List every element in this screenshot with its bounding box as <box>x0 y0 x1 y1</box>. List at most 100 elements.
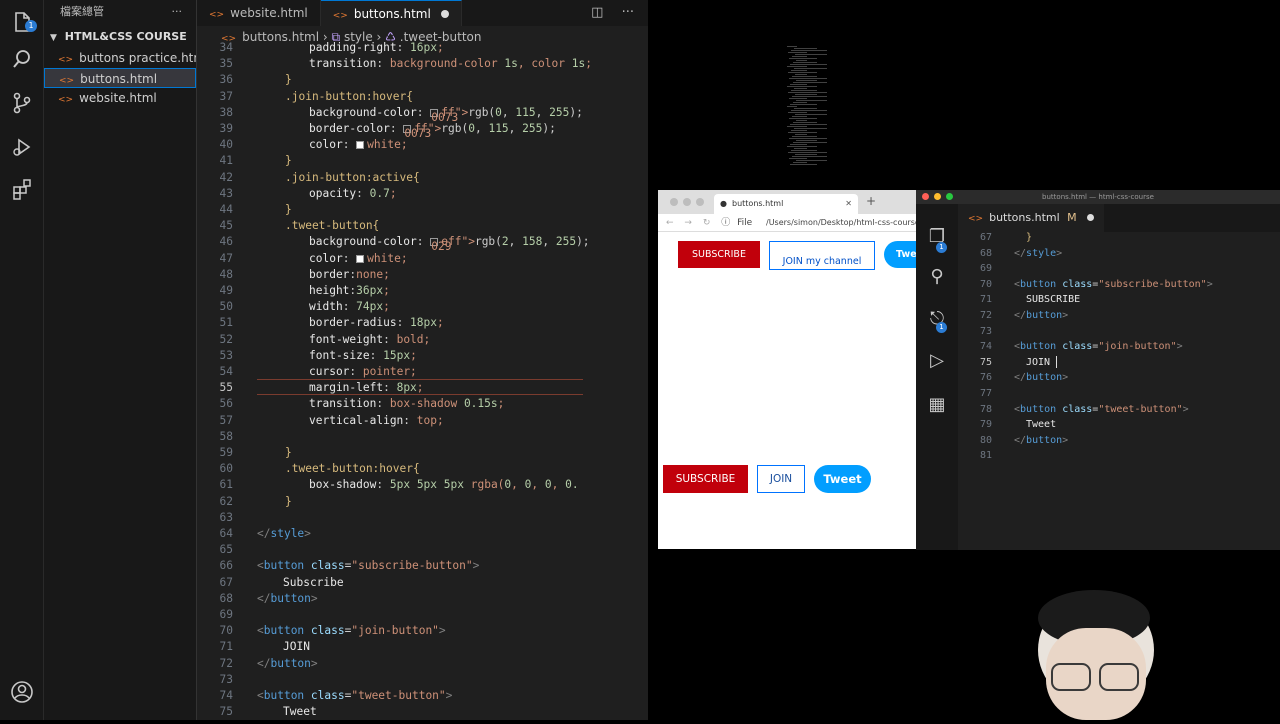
code-line[interactable]: border-color: 0073ff">rgb(0, 115, 255); <box>257 121 556 140</box>
code-line[interactable]: border-radius: 18px; <box>257 315 444 331</box>
code-line[interactable]: cursor: pointer; <box>257 364 417 380</box>
minimap-line <box>796 80 817 81</box>
code-line[interactable]: Subscribe <box>257 575 344 591</box>
code-line[interactable]: JOIN <box>1014 355 1058 371</box>
search-icon[interactable]: ⚲ <box>925 266 949 287</box>
window-close-icon[interactable] <box>670 198 678 206</box>
code-line[interactable]: color: white; <box>257 251 408 267</box>
file-item[interactable]: <> buttons practice.html <box>44 48 196 68</box>
code-line[interactable]: } <box>1014 230 1032 246</box>
code-line[interactable]: transition: box-shadow 0.15s; <box>257 396 504 412</box>
folder-html-css-course[interactable]: ▼ HTML&CSS COURSE <box>44 26 196 48</box>
file-item[interactable]: <> buttons.html <box>44 68 196 88</box>
unsaved-dot-icon[interactable] <box>1086 214 1094 221</box>
code-line[interactable]: } <box>257 494 292 510</box>
source-control-badge: 1 <box>936 322 947 333</box>
code-line[interactable]: </button> <box>257 656 318 672</box>
tab-buttons-html[interactable]: <> buttons.html M <box>958 204 1104 232</box>
tab-buttons-html[interactable]: <> buttons.html <box>320 0 462 26</box>
line-number: 45 <box>219 219 233 233</box>
more-actions-icon[interactable]: ··· <box>622 5 634 20</box>
code-line[interactable]: <button class="subscribe-button"> <box>257 558 479 574</box>
more-actions-icon[interactable]: ··· <box>172 0 183 24</box>
code-line[interactable]: color: white; <box>257 137 408 153</box>
code-line[interactable]: .join-button:hover{ <box>257 89 413 105</box>
code-line[interactable]: font-weight: bold; <box>257 332 430 348</box>
unsaved-dot-icon[interactable] <box>440 10 449 18</box>
run-debug-icon[interactable] <box>9 136 35 162</box>
subscribe-button[interactable]: SUBSCRIBE <box>678 241 760 268</box>
html-file-icon: <> <box>59 76 75 86</box>
forward-icon[interactable]: → <box>684 218 692 228</box>
code-line[interactable]: JOIN <box>257 639 310 655</box>
code-line[interactable]: } <box>257 153 292 169</box>
back-icon[interactable]: ← <box>666 218 674 228</box>
minimap-line <box>788 132 817 133</box>
code-line[interactable]: SUBSCRIBE <box>1014 292 1080 308</box>
join-button[interactable]: JOIN my channel <box>769 241 875 270</box>
tweet-button[interactable]: Twe <box>884 241 916 268</box>
file-item[interactable]: <> website.html <box>44 88 196 108</box>
code-line[interactable]: Tweet <box>1014 417 1056 433</box>
extensions-icon[interactable] <box>9 178 35 204</box>
minimap-line <box>796 140 817 141</box>
minimap-line <box>793 142 827 143</box>
join-button[interactable]: JOIN <box>757 465 805 493</box>
code-line[interactable]: padding-right: 16px; <box>257 40 444 56</box>
minimap-line <box>791 130 807 131</box>
reload-icon[interactable]: ↻ <box>703 218 711 228</box>
line-number: 75 <box>979 356 992 368</box>
window-close-icon[interactable] <box>922 193 929 200</box>
minimap-line <box>795 154 817 155</box>
extensions-icon[interactable]: ▦ <box>925 394 949 415</box>
minimap-line <box>791 110 827 111</box>
code-line[interactable]: height:36px; <box>257 283 390 299</box>
code-line[interactable]: font-size: 15px; <box>257 348 417 364</box>
new-tab-icon[interactable]: + <box>866 194 876 208</box>
code-line[interactable]: <button class="tweet-button"> <box>1014 402 1189 418</box>
search-icon[interactable] <box>9 48 35 74</box>
code-line[interactable]: .join-button:active{ <box>257 170 420 186</box>
code-line[interactable]: <button class="join-button"> <box>1014 339 1183 355</box>
window-minimize-icon[interactable] <box>683 198 691 206</box>
address-bar[interactable]: ← → ↻ ⓘ File /Users/simon/Desktop/html-c… <box>658 214 920 232</box>
code-line[interactable]: border:none; <box>257 267 390 283</box>
code-line[interactable]: </button> <box>1014 370 1068 386</box>
split-editor-icon[interactable]: ◫ <box>591 5 603 20</box>
window-minimize-icon[interactable] <box>934 193 941 200</box>
window-maximize-icon[interactable] <box>946 193 953 200</box>
code-line[interactable]: </style> <box>257 526 311 542</box>
subscribe-button[interactable]: SUBSCRIBE <box>663 465 748 493</box>
code-line[interactable]: margin-left: 8px; <box>257 380 424 396</box>
tab-website-html[interactable]: <> website.html <box>197 0 321 26</box>
code-line[interactable]: transition: background-color 1s, color 1… <box>257 56 592 72</box>
code-line[interactable]: </style> <box>1014 246 1062 262</box>
code-line[interactable]: } <box>257 202 292 218</box>
code-line[interactable]: .tweet-button{ <box>257 218 379 234</box>
account-icon[interactable] <box>9 680 35 706</box>
code-line[interactable]: <button class="join-button"> <box>257 623 446 639</box>
minimap[interactable] <box>787 46 835 176</box>
code-line[interactable]: <button class="tweet-button"> <box>257 688 452 704</box>
code-line[interactable]: } <box>257 72 292 88</box>
source-control-icon[interactable] <box>9 92 35 118</box>
run-debug-icon[interactable]: ▷ <box>925 350 949 371</box>
code-line[interactable]: background-color: 0073ff">rgb(0, 115, 25… <box>257 105 583 124</box>
code-line[interactable]: </button> <box>257 591 318 607</box>
code-line[interactable]: </button> <box>1014 433 1068 449</box>
tweet-button[interactable]: Tweet <box>814 465 871 493</box>
code-line[interactable]: vertical-align: top; <box>257 413 444 429</box>
code-line[interactable]: <button class="subscribe-button"> <box>1014 277 1213 293</box>
window-titlebar: buttons.html — html-css-course <box>916 190 1280 204</box>
window-maximize-icon[interactable] <box>696 198 704 206</box>
close-icon[interactable]: ✕ <box>845 194 852 214</box>
code-line[interactable]: box-shadow: 5px 5px 5px rgba(0, 0, 0, 0. <box>257 477 579 493</box>
code-line[interactable]: } <box>257 445 292 461</box>
browser-tab[interactable]: ● buttons.html ✕ <box>714 194 858 214</box>
code-line[interactable]: background-color: 029eff">rgb(2, 158, 25… <box>257 234 590 253</box>
code-line[interactable]: Tweet <box>257 704 317 720</box>
code-line[interactable]: .tweet-button:hover{ <box>257 461 420 477</box>
code-line[interactable]: opacity: 0.7; <box>257 186 397 202</box>
code-line[interactable]: </button> <box>1014 308 1068 324</box>
code-line[interactable]: width: 74px; <box>257 299 390 315</box>
